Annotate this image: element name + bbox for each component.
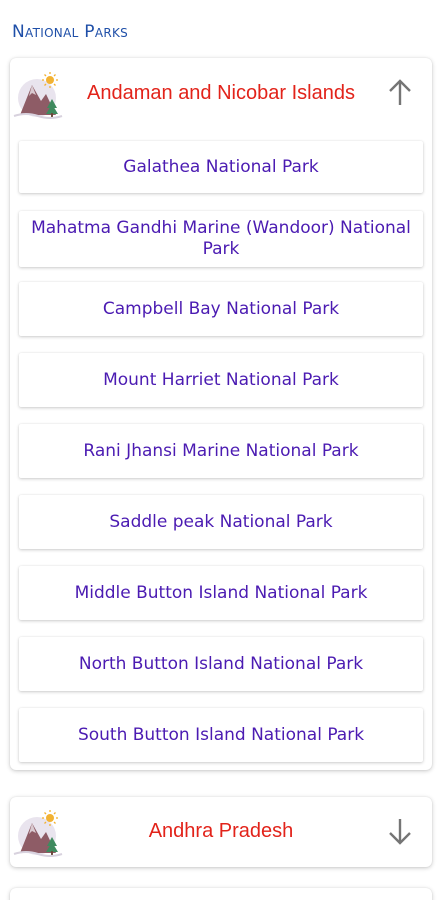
state-name: Andhra Pradesh <box>148 820 294 842</box>
arrow-up-icon[interactable] <box>386 78 414 108</box>
park-item[interactable]: Rani Jhansi Marine National Park <box>19 424 423 478</box>
state-header-andaman[interactable]: Andaman and Nicobar Islands <box>10 58 432 130</box>
mountain-sun-icon <box>13 72 63 119</box>
park-item[interactable]: Saddle peak National Park <box>19 495 423 549</box>
park-item[interactable]: Mahatma Gandhi Marine (Wandoor) National… <box>19 211 423 267</box>
state-card-andaman: Andaman and Nicobar Islands Galathea Nat… <box>10 58 432 770</box>
park-item[interactable]: Galathea National Park <box>19 141 423 193</box>
state-card-next[interactable] <box>10 888 432 900</box>
state-header-andhra-pradesh[interactable]: Andhra Pradesh <box>10 797 432 867</box>
state-card-andhra-pradesh: Andhra Pradesh <box>10 797 432 867</box>
section-title: National Parks <box>12 22 129 42</box>
park-item[interactable]: South Button Island National Park <box>19 708 423 762</box>
park-item[interactable]: North Button Island National Park <box>19 637 423 691</box>
mountain-sun-icon <box>13 810 63 857</box>
park-item[interactable]: Campbell Bay National Park <box>19 282 423 336</box>
park-item[interactable]: Mount Harriet National Park <box>19 353 423 407</box>
arrow-down-icon[interactable] <box>386 816 414 846</box>
national-parks-screen: National Parks Andaman and Nicobar Islan… <box>0 0 443 900</box>
park-item[interactable]: Middle Button Island National Park <box>19 566 423 620</box>
state-name: Andaman and Nicobar Islands <box>87 82 355 104</box>
